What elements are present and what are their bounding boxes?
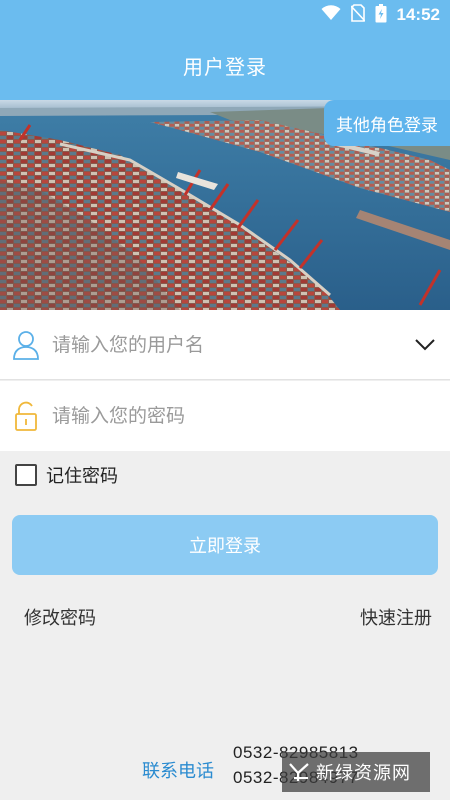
- watermark-text: 新绿资源网: [316, 763, 411, 784]
- status-time: 14:52: [396, 5, 440, 24]
- remember-password[interactable]: 记住密码: [15, 462, 118, 488]
- status-bar: 14:52: [0, 0, 450, 30]
- username-row: [0, 310, 450, 380]
- user-icon: [12, 330, 40, 360]
- watermark-logo-icon: [289, 763, 309, 781]
- quick-register-link[interactable]: 快速注册: [360, 604, 432, 630]
- contact-label: 联系电话: [142, 761, 214, 782]
- remember-label: 记住密码: [46, 466, 118, 487]
- username-input[interactable]: [52, 328, 392, 362]
- watermark: 新绿资源网: [282, 752, 430, 792]
- no-sim-icon: [349, 4, 366, 26]
- lock-icon: [12, 401, 40, 431]
- password-input[interactable]: [52, 399, 392, 433]
- remember-checkbox[interactable]: [15, 464, 37, 486]
- password-row: [0, 381, 450, 451]
- login-button[interactable]: 立即登录: [12, 515, 438, 575]
- status-icons: 14:52: [321, 3, 440, 27]
- page-title: 用户登录: [183, 54, 267, 79]
- chevron-down-icon[interactable]: [414, 335, 436, 355]
- other-role-login-button[interactable]: 其他角色登录: [324, 100, 450, 146]
- battery-charging-icon: [375, 3, 387, 27]
- title-bar: 用户登录: [0, 30, 450, 100]
- change-password-link[interactable]: 修改密码: [24, 604, 96, 630]
- wifi-icon: [321, 5, 341, 25]
